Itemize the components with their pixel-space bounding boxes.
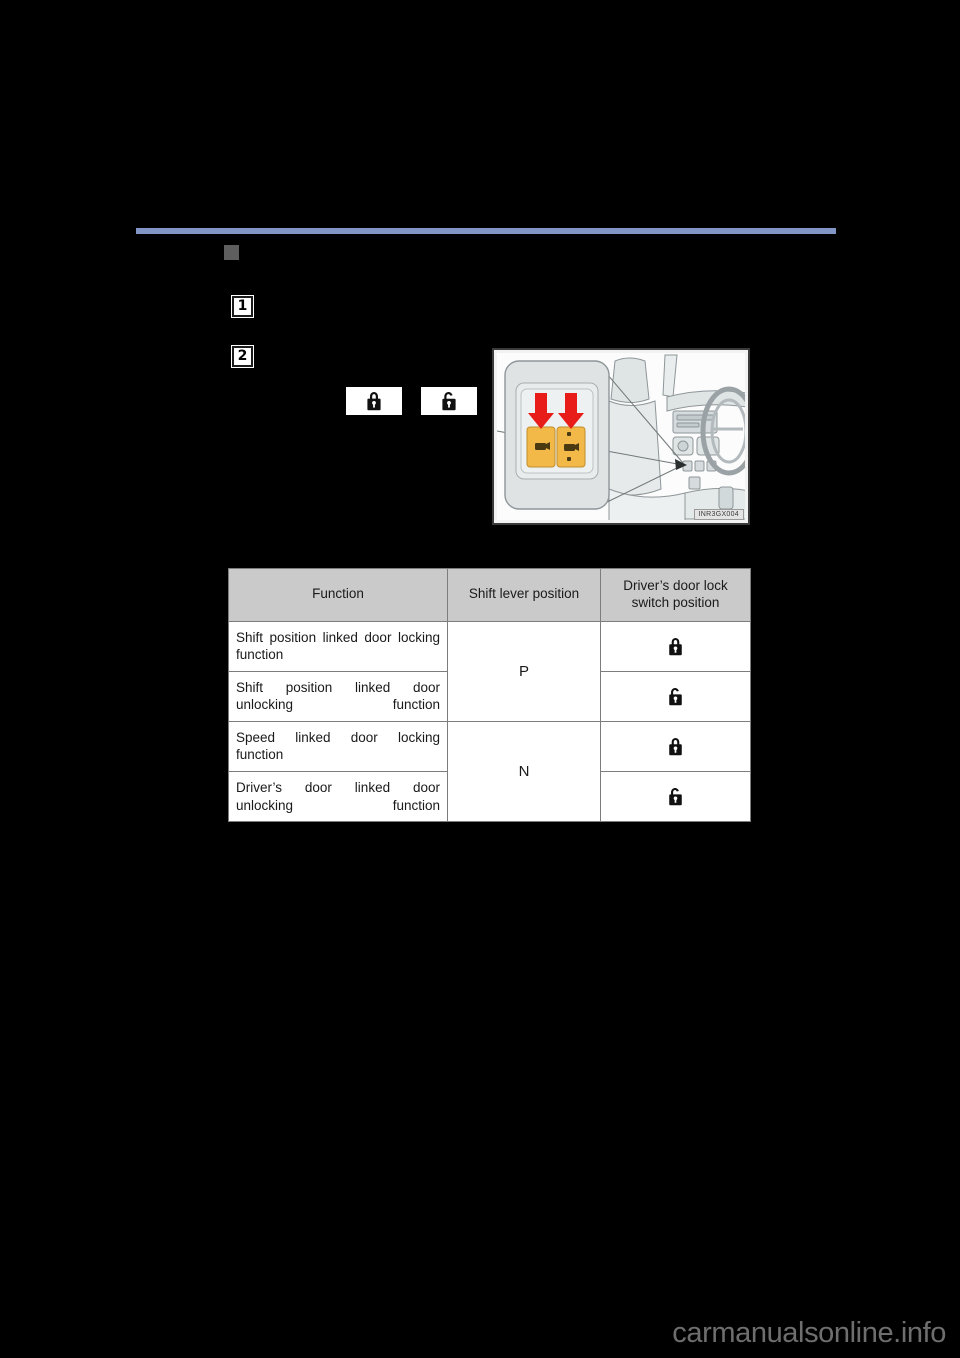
padlock-unlocked-icon xyxy=(669,687,682,706)
padlock-locked-icon xyxy=(669,637,682,656)
step-marker-1-label: 1 xyxy=(237,298,248,314)
table-header-row: Function Shift lever position Driver’s d… xyxy=(228,568,751,622)
padlock-locked-icon xyxy=(669,737,682,756)
step-marker-2-label: 2 xyxy=(237,348,248,364)
cell-switch-position-unlocked xyxy=(600,771,751,823)
cell-function: Shift position linked door locking funct… xyxy=(228,620,448,672)
cell-function: Driver’s door linked door unlocking func… xyxy=(228,771,448,823)
cell-shift-position-n: N xyxy=(447,720,601,823)
door-lock-function-table: Function Shift lever position Driver’s d… xyxy=(228,568,751,823)
step-marker-1: 1 xyxy=(232,296,253,317)
illustration-canvas xyxy=(497,353,745,520)
section-bullet-icon xyxy=(224,245,239,260)
padlock-unlocked-icon xyxy=(669,788,682,806)
figure-reference-code: INR3GX004 xyxy=(693,509,744,520)
manual-page: 1 2 INR3GX004 Function Shift lever posit… xyxy=(0,0,960,1358)
padlock-locked-icon xyxy=(346,387,402,415)
door-lock-switch-illustration: INR3GX004 xyxy=(492,348,750,525)
column-header-line-1: Driver’s door lock xyxy=(623,578,728,593)
column-header-shift-lever-position: Shift lever position xyxy=(447,568,601,622)
table-row: Shift position linked door locking funct… xyxy=(228,620,751,722)
column-header-door-lock-switch-position: Driver’s door lock switch position xyxy=(600,568,751,622)
padlock-unlocked-icon xyxy=(421,387,477,415)
cell-shift-position-p: P xyxy=(447,620,601,722)
table-row: Speed linked door locking function N xyxy=(228,720,751,823)
cell-function: Speed linked door locking function xyxy=(228,720,448,773)
cell-function: Shift position linked door unlocking fun… xyxy=(228,670,448,722)
column-header-function: Function xyxy=(228,568,448,622)
column-header-line-2: switch position xyxy=(631,594,720,610)
cell-switch-position-locked xyxy=(600,620,751,672)
header-divider-rule xyxy=(136,228,836,234)
step-marker-2: 2 xyxy=(232,346,253,367)
cell-switch-position-locked xyxy=(600,720,751,773)
site-watermark: carmanualsonline.info xyxy=(672,1317,946,1349)
cell-switch-position-unlocked xyxy=(600,670,751,722)
